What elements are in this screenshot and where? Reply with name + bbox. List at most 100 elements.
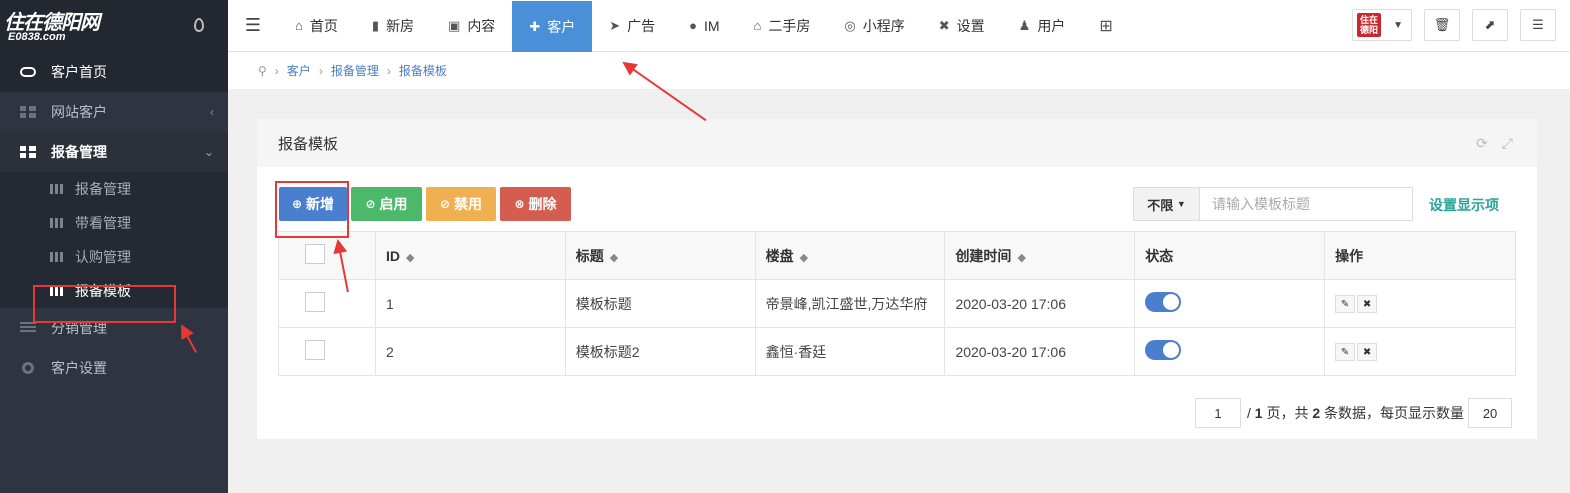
cell-status	[1134, 279, 1326, 328]
nav-label: 内容	[467, 17, 496, 34]
table-header-row: ID ◆ 标题 ◆ 楼盘 ◆ 创建时间 ◆ 状态 操作	[278, 231, 1516, 280]
content-icon: ▣	[448, 17, 461, 33]
toolbar: ⊕新增 ⊘启用 ⊘禁用 ⊗删除 不限 ▼ 设置显示项	[277, 187, 1517, 221]
cell-estate: 帝景峰,凯江盛世,万达华府	[754, 279, 946, 328]
column-header-title[interactable]: 标题 ◆	[564, 231, 756, 280]
sidebar-item-customer-settings[interactable]: 客户设置	[0, 348, 228, 388]
nav-label: 客户	[547, 18, 576, 35]
page-input[interactable]: 1	[1195, 398, 1241, 428]
sidebar-item-website-customers[interactable]: 网站客户 ‹	[0, 92, 228, 132]
sidebar-subitem-purchase-manage[interactable]: 认购管理	[0, 240, 228, 274]
sidebar-subitem-label: 带看管理	[75, 215, 131, 231]
nav-item-secondhand[interactable]: ⌂ 二手房	[737, 0, 828, 52]
sidebar-item-label: 客户设置	[51, 360, 107, 376]
sort-icon: ◆	[799, 251, 809, 264]
nav-label: IM	[703, 17, 720, 34]
site-logo: 住在德阳	[1357, 13, 1381, 37]
sidebar-item-label: 报备管理	[51, 144, 107, 160]
miniapp-icon: ◎	[844, 17, 856, 33]
breadcrumb-item[interactable]: 报备模板	[399, 62, 447, 79]
sidebar-item-report-management[interactable]: 报备管理 ⌄	[0, 132, 228, 172]
breadcrumb: ⚲ › 客户 › 报备管理 › 报备模板	[228, 52, 1570, 90]
user-icon: ♟	[1018, 17, 1031, 33]
button-label: 删除	[528, 196, 557, 212]
caret-down-icon: ▼	[1176, 199, 1186, 209]
nav-item-miniapp[interactable]: ◎ 小程序	[827, 0, 921, 52]
cell-title: 模板标题	[564, 279, 756, 328]
search-input[interactable]	[1200, 188, 1412, 220]
select-all-checkbox[interactable]	[305, 244, 325, 264]
sidebar-item-customer-home[interactable]: 客户首页	[0, 52, 228, 92]
total-records: 2	[1312, 405, 1321, 421]
refresh-icon[interactable]: ⟳	[1476, 135, 1488, 152]
filter-select[interactable]: 不限 ▼	[1134, 188, 1200, 220]
sidebar-subitem-report-manage[interactable]: 报备管理	[0, 172, 228, 206]
nav-item-settings[interactable]: ✖ 设置	[922, 0, 1002, 52]
nav-item-im[interactable]: ● IM	[672, 0, 736, 52]
cell-actions: ✎ ✖	[1324, 327, 1516, 376]
cell-id: 1	[374, 279, 566, 328]
cell-estate: 鑫恒·香廷	[754, 327, 946, 376]
edit-icon[interactable]: ✎	[1335, 295, 1356, 314]
delete-button[interactable]: ⊗ 删除	[500, 187, 571, 221]
send-icon: ➤	[609, 17, 621, 33]
nav-label: 设置	[956, 17, 985, 34]
pagination: 1 / 1 页，共 2 条数据，每页显示数量 20	[1195, 398, 1513, 428]
cell-created: 2020-03-20 17:06	[944, 327, 1136, 376]
column-settings-link[interactable]: 设置显示项	[1429, 195, 1499, 215]
page-size-input[interactable]: 20	[1468, 398, 1513, 428]
pager-slash: / 1 页，共 2 条数据，每页显示数量	[1247, 405, 1465, 421]
pager-text: 页，共	[1266, 405, 1309, 421]
ban-icon: ⊘	[439, 197, 451, 211]
nav-label: 二手房	[768, 17, 811, 34]
logo[interactable]: 住在德阳网 E0838.com	[0, 0, 228, 52]
row-checkbox[interactable]	[305, 340, 325, 360]
user-add-icon: ✚	[529, 18, 541, 34]
sidebar-subitem-visit-manage[interactable]: 带看管理	[0, 206, 228, 240]
external-link-icon[interactable]: ⬈	[1472, 9, 1508, 41]
sort-icon: ◆	[609, 251, 619, 264]
enable-button[interactable]: ⊘ 启用	[351, 187, 422, 221]
nav-item-newhouse[interactable]: ▮ 新房	[355, 0, 431, 52]
breadcrumb-separator: ›	[318, 63, 323, 78]
disable-button[interactable]: ⊘ 禁用	[426, 187, 496, 221]
nav-item-user[interactable]: ♟ 用户	[1002, 0, 1083, 52]
check-circle-icon: ⊘	[365, 197, 376, 211]
column-header-created[interactable]: 创建时间 ◆	[944, 231, 1136, 280]
theme-drop-icon[interactable]	[194, 18, 204, 32]
delete-icon[interactable]: ✖	[1357, 343, 1378, 362]
nav-item-home[interactable]: ⌂ 首页	[278, 0, 355, 52]
column-header-estate[interactable]: 楼盘 ◆	[754, 231, 946, 280]
button-label: 启用	[379, 196, 408, 212]
top-right-tools: 住在德阳 ▼ 🗑 ⬈ ☰	[1352, 9, 1556, 41]
table-icon	[50, 184, 63, 194]
site-switcher[interactable]: 住在德阳 ▼	[1352, 9, 1412, 41]
header-label: 状态	[1145, 247, 1174, 264]
sort-icon: ◆	[405, 251, 415, 264]
delete-icon[interactable]: ✖	[1357, 295, 1378, 314]
fullscreen-icon[interactable]: ⤢	[1502, 135, 1513, 152]
breadcrumb-item[interactable]: 客户	[287, 62, 311, 79]
top-nav: ☰ ⌂ 首页 ▮ 新房 ▣ 内容 ✚ 客户 ➤ 广告 ● IM ⌂ 二手房 ◎ 小程序 ✖ 设置 …	[228, 0, 1570, 52]
header-label: 操作	[1335, 247, 1364, 264]
table-row: 2 模板标题2 鑫恒·香廷 2020-03-20 17:06 ✎ ✖	[278, 327, 1516, 376]
panel-icon[interactable]: ☰	[1520, 9, 1556, 41]
apps-grid-icon[interactable]: ⊞	[1082, 0, 1136, 52]
template-card: 报备模板 ⟳ ⤢ ⊕新增 ⊘启用 ⊘禁用 ⊗删除 不限 ▼ 设置显示项 ID ◆ …	[257, 119, 1537, 439]
chevron-down-icon: ⌄	[203, 145, 214, 159]
menu-toggle-icon[interactable]: ☰	[228, 0, 278, 52]
column-header-id[interactable]: ID ◆	[374, 231, 566, 280]
trash-icon[interactable]: 🗑	[1424, 9, 1460, 41]
sort-icon: ◆	[1017, 251, 1026, 264]
nav-item-content[interactable]: ▣ 内容	[431, 0, 512, 52]
status-toggle[interactable]	[1145, 292, 1182, 312]
cell-title: 模板标题2	[564, 327, 756, 376]
edit-icon[interactable]: ✎	[1335, 343, 1356, 362]
status-toggle[interactable]	[1145, 340, 1182, 360]
nav-label: 用户	[1037, 17, 1066, 34]
row-checkbox[interactable]	[305, 292, 325, 312]
nav-item-customer[interactable]: ✚ 客户	[512, 1, 593, 52]
nav-item-ads[interactable]: ➤ 广告	[592, 0, 672, 52]
breadcrumb-item[interactable]: 报备管理	[331, 62, 379, 79]
gear-icon	[22, 362, 34, 374]
